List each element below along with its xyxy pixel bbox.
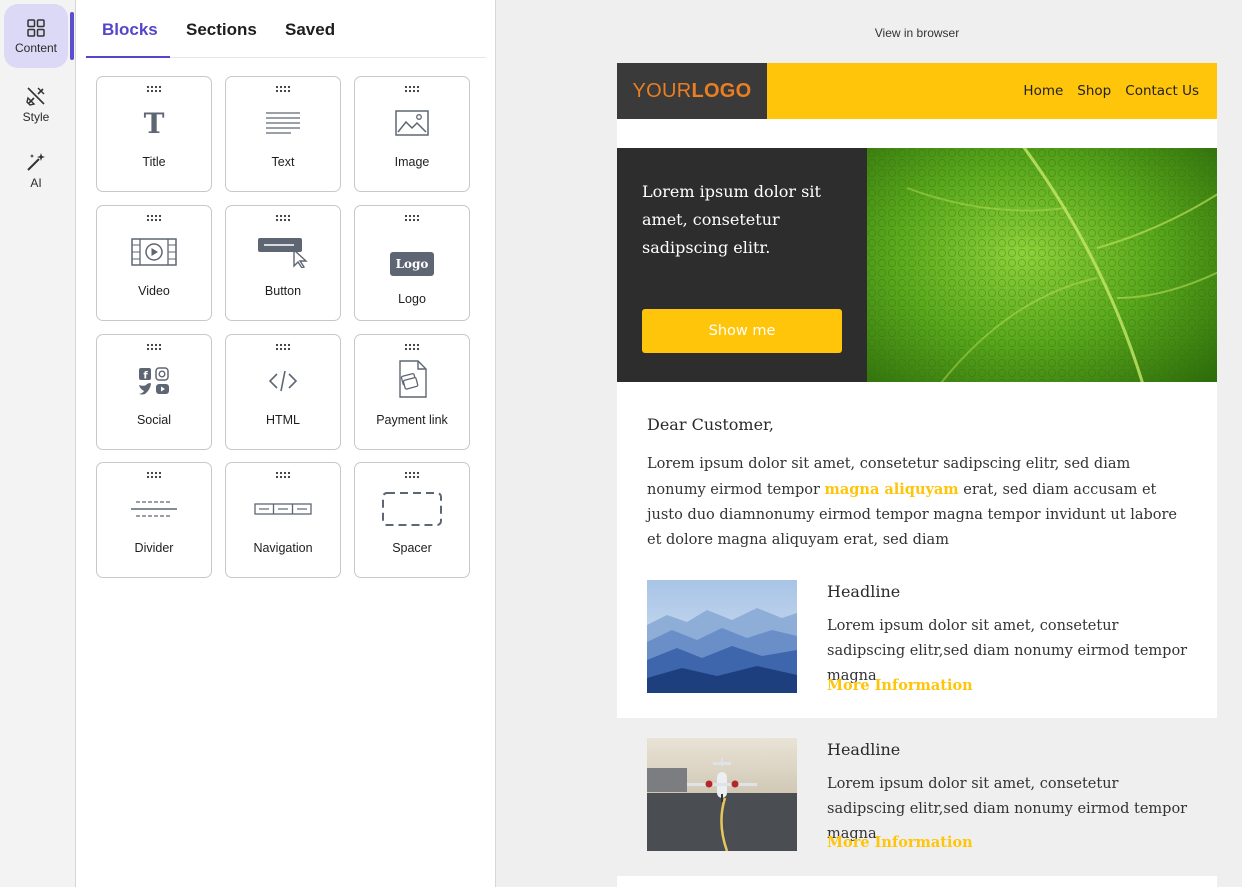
mountains-photo (647, 580, 797, 693)
block-label: Video (138, 284, 170, 298)
block-label: Text (271, 155, 295, 169)
code-icon (226, 361, 340, 401)
para-highlight-link[interactable]: magna aliquyam (825, 481, 959, 498)
block-label: Button (264, 284, 302, 298)
block-image[interactable]: Image (354, 76, 470, 192)
greeting: Dear Customer, (647, 415, 775, 434)
block-label: Divider (134, 541, 174, 555)
brand-logo[interactable]: YOUR LOGO (617, 63, 767, 119)
svg-text:f: f (143, 371, 148, 382)
active-indicator (70, 12, 74, 60)
svg-text:T: T (144, 109, 165, 137)
tab-sections[interactable]: Sections (186, 20, 257, 40)
block-social[interactable]: f Social (96, 334, 212, 450)
block-title[interactable]: T Title (96, 76, 212, 192)
social-icons-icon: f (97, 361, 211, 401)
rail-item-label: AI (30, 175, 42, 190)
logo-part-2: LOGO (691, 79, 752, 102)
block-html[interactable]: HTML (225, 334, 341, 450)
block-text[interactable]: Text (225, 76, 341, 192)
drag-handle-icon (404, 343, 420, 351)
tab-blocks[interactable]: Blocks (102, 20, 158, 40)
spacer-icon (355, 489, 469, 529)
leaf-photo (867, 148, 1217, 382)
hero-cta-button[interactable]: Show me (642, 309, 842, 353)
drag-handle-icon (146, 471, 162, 479)
block-logo[interactable]: Logo Logo (354, 205, 470, 321)
nav-home[interactable]: Home (1023, 83, 1063, 99)
block-label: Social (136, 413, 172, 427)
drag-handle-icon (404, 471, 420, 479)
block-label: Title (142, 155, 166, 169)
payment-link-icon (355, 359, 469, 399)
jet-photo (647, 738, 797, 851)
more-information-link[interactable]: More Information (827, 677, 973, 694)
header-nav: Home Shop Contact Us (1023, 63, 1199, 119)
hero-text-panel: Lorem ipsum dolor sit amet, consetetur s… (617, 148, 867, 382)
logo-part-1: YOUR (632, 79, 692, 102)
block-button[interactable]: Button (225, 205, 341, 321)
style-brush-icon (26, 86, 45, 106)
navigation-icon (226, 489, 340, 529)
drag-handle-icon (275, 471, 291, 479)
article-headline: Headline (827, 740, 901, 759)
block-navigation[interactable]: Navigation (225, 462, 341, 578)
header-bar: YOUR LOGO Home Shop Contact Us (617, 63, 1217, 119)
block-label: HTML (265, 413, 301, 427)
drag-handle-icon (275, 343, 291, 351)
divider-icon (97, 489, 211, 529)
button-cursor-icon (226, 232, 340, 272)
article-headline: Headline (827, 582, 901, 601)
text-lines-icon (226, 103, 340, 143)
block-divider[interactable]: Divider (96, 462, 212, 578)
more-information-link[interactable]: More Information (827, 834, 973, 851)
rail-item-label: Style (22, 109, 50, 124)
intro-paragraph: Lorem ipsum dolor sit amet, consetetur s… (647, 452, 1192, 553)
next-section-edge (617, 876, 1217, 887)
drag-handle-icon (404, 85, 420, 93)
block-spacer[interactable]: Spacer (354, 462, 470, 578)
grid-icon (27, 18, 45, 37)
email-header: YOUR LOGO Home Shop Contact Us (617, 63, 1217, 119)
rail-item-style[interactable]: Style (4, 72, 68, 136)
rail-item-label: Content (14, 40, 58, 55)
panel-tabs: Blocks Sections Saved (86, 0, 486, 58)
image-icon (355, 103, 469, 143)
hero-section: Lorem ipsum dolor sit amet, consetetur s… (617, 148, 1217, 382)
tab-saved[interactable]: Saved (285, 20, 335, 40)
tab-underline (86, 56, 170, 58)
magic-wand-icon (27, 152, 45, 171)
drag-handle-icon (404, 214, 420, 222)
drag-handle-icon (146, 214, 162, 222)
logo-icon: Logo (355, 244, 469, 284)
rail-item-content[interactable]: Content (4, 4, 68, 68)
article-card: Headline Lorem ipsum dolor sit amet, con… (617, 738, 1217, 876)
drag-handle-icon (275, 214, 291, 222)
nav-contact[interactable]: Contact Us (1125, 83, 1199, 99)
block-label: Payment link (376, 413, 448, 427)
video-icon (97, 232, 211, 272)
header-spacer (617, 119, 1217, 148)
hero-text: Lorem ipsum dolor sit amet, consetetur s… (642, 182, 821, 257)
title-icon: T (97, 103, 211, 143)
block-label: Spacer (392, 541, 432, 555)
drag-handle-icon (146, 343, 162, 351)
block-payment-link[interactable]: Payment link (354, 334, 470, 450)
nav-shop[interactable]: Shop (1077, 83, 1111, 99)
block-label: Image (394, 155, 430, 169)
logo-badge: Logo (390, 252, 434, 276)
rail-item-ai[interactable]: AI (4, 138, 68, 202)
drag-handle-icon (146, 85, 162, 93)
view-in-browser-link[interactable]: View in browser (617, 26, 1217, 40)
drag-handle-icon (275, 85, 291, 93)
blocks-panel: Blocks Sections Saved T Title Text Image… (76, 0, 496, 887)
article-card: Headline Lorem ipsum dolor sit amet, con… (617, 580, 1217, 718)
left-rail: Content Style AI (0, 0, 76, 887)
block-video[interactable]: Video (96, 205, 212, 321)
block-label: Navigation (253, 541, 313, 555)
block-label: Logo (398, 292, 426, 306)
